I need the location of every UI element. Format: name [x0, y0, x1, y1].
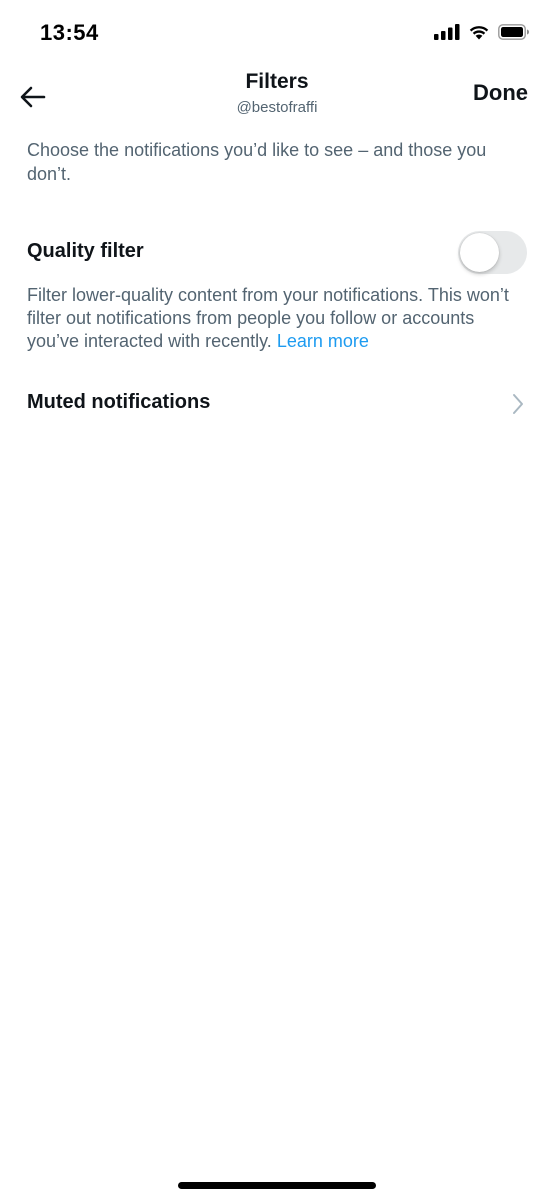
learn-more-link[interactable]: Learn more — [277, 331, 369, 351]
muted-notifications-row[interactable]: Muted notifications — [0, 374, 554, 434]
muted-notifications-label: Muted notifications — [27, 391, 211, 413]
navigation-bar: Filters @bestofraffi Done — [0, 66, 554, 128]
home-indicator — [178, 1182, 376, 1189]
quality-filter-description-text: Filter lower-quality content from your n… — [27, 285, 509, 351]
toggle-knob — [460, 233, 499, 272]
status-time: 13:54 — [40, 20, 99, 45]
intro-text: Choose the notifications you’d like to s… — [27, 140, 487, 184]
status-icons — [434, 24, 530, 40]
done-button[interactable]: Done — [473, 80, 528, 106]
wifi-icon — [469, 26, 489, 40]
cellular-signal-icon — [434, 24, 460, 40]
page-title: Filters — [245, 70, 309, 93]
account-handle: @bestofraffi — [236, 99, 318, 116]
quality-filter-description: Filter lower-quality content from your n… — [27, 284, 527, 353]
status-bar: 13:54 — [0, 0, 554, 66]
quality-filter-label: Quality filter — [27, 240, 144, 262]
chevron-right-icon — [513, 394, 523, 414]
battery-icon — [498, 24, 529, 40]
quality-filter-toggle[interactable] — [458, 231, 527, 274]
